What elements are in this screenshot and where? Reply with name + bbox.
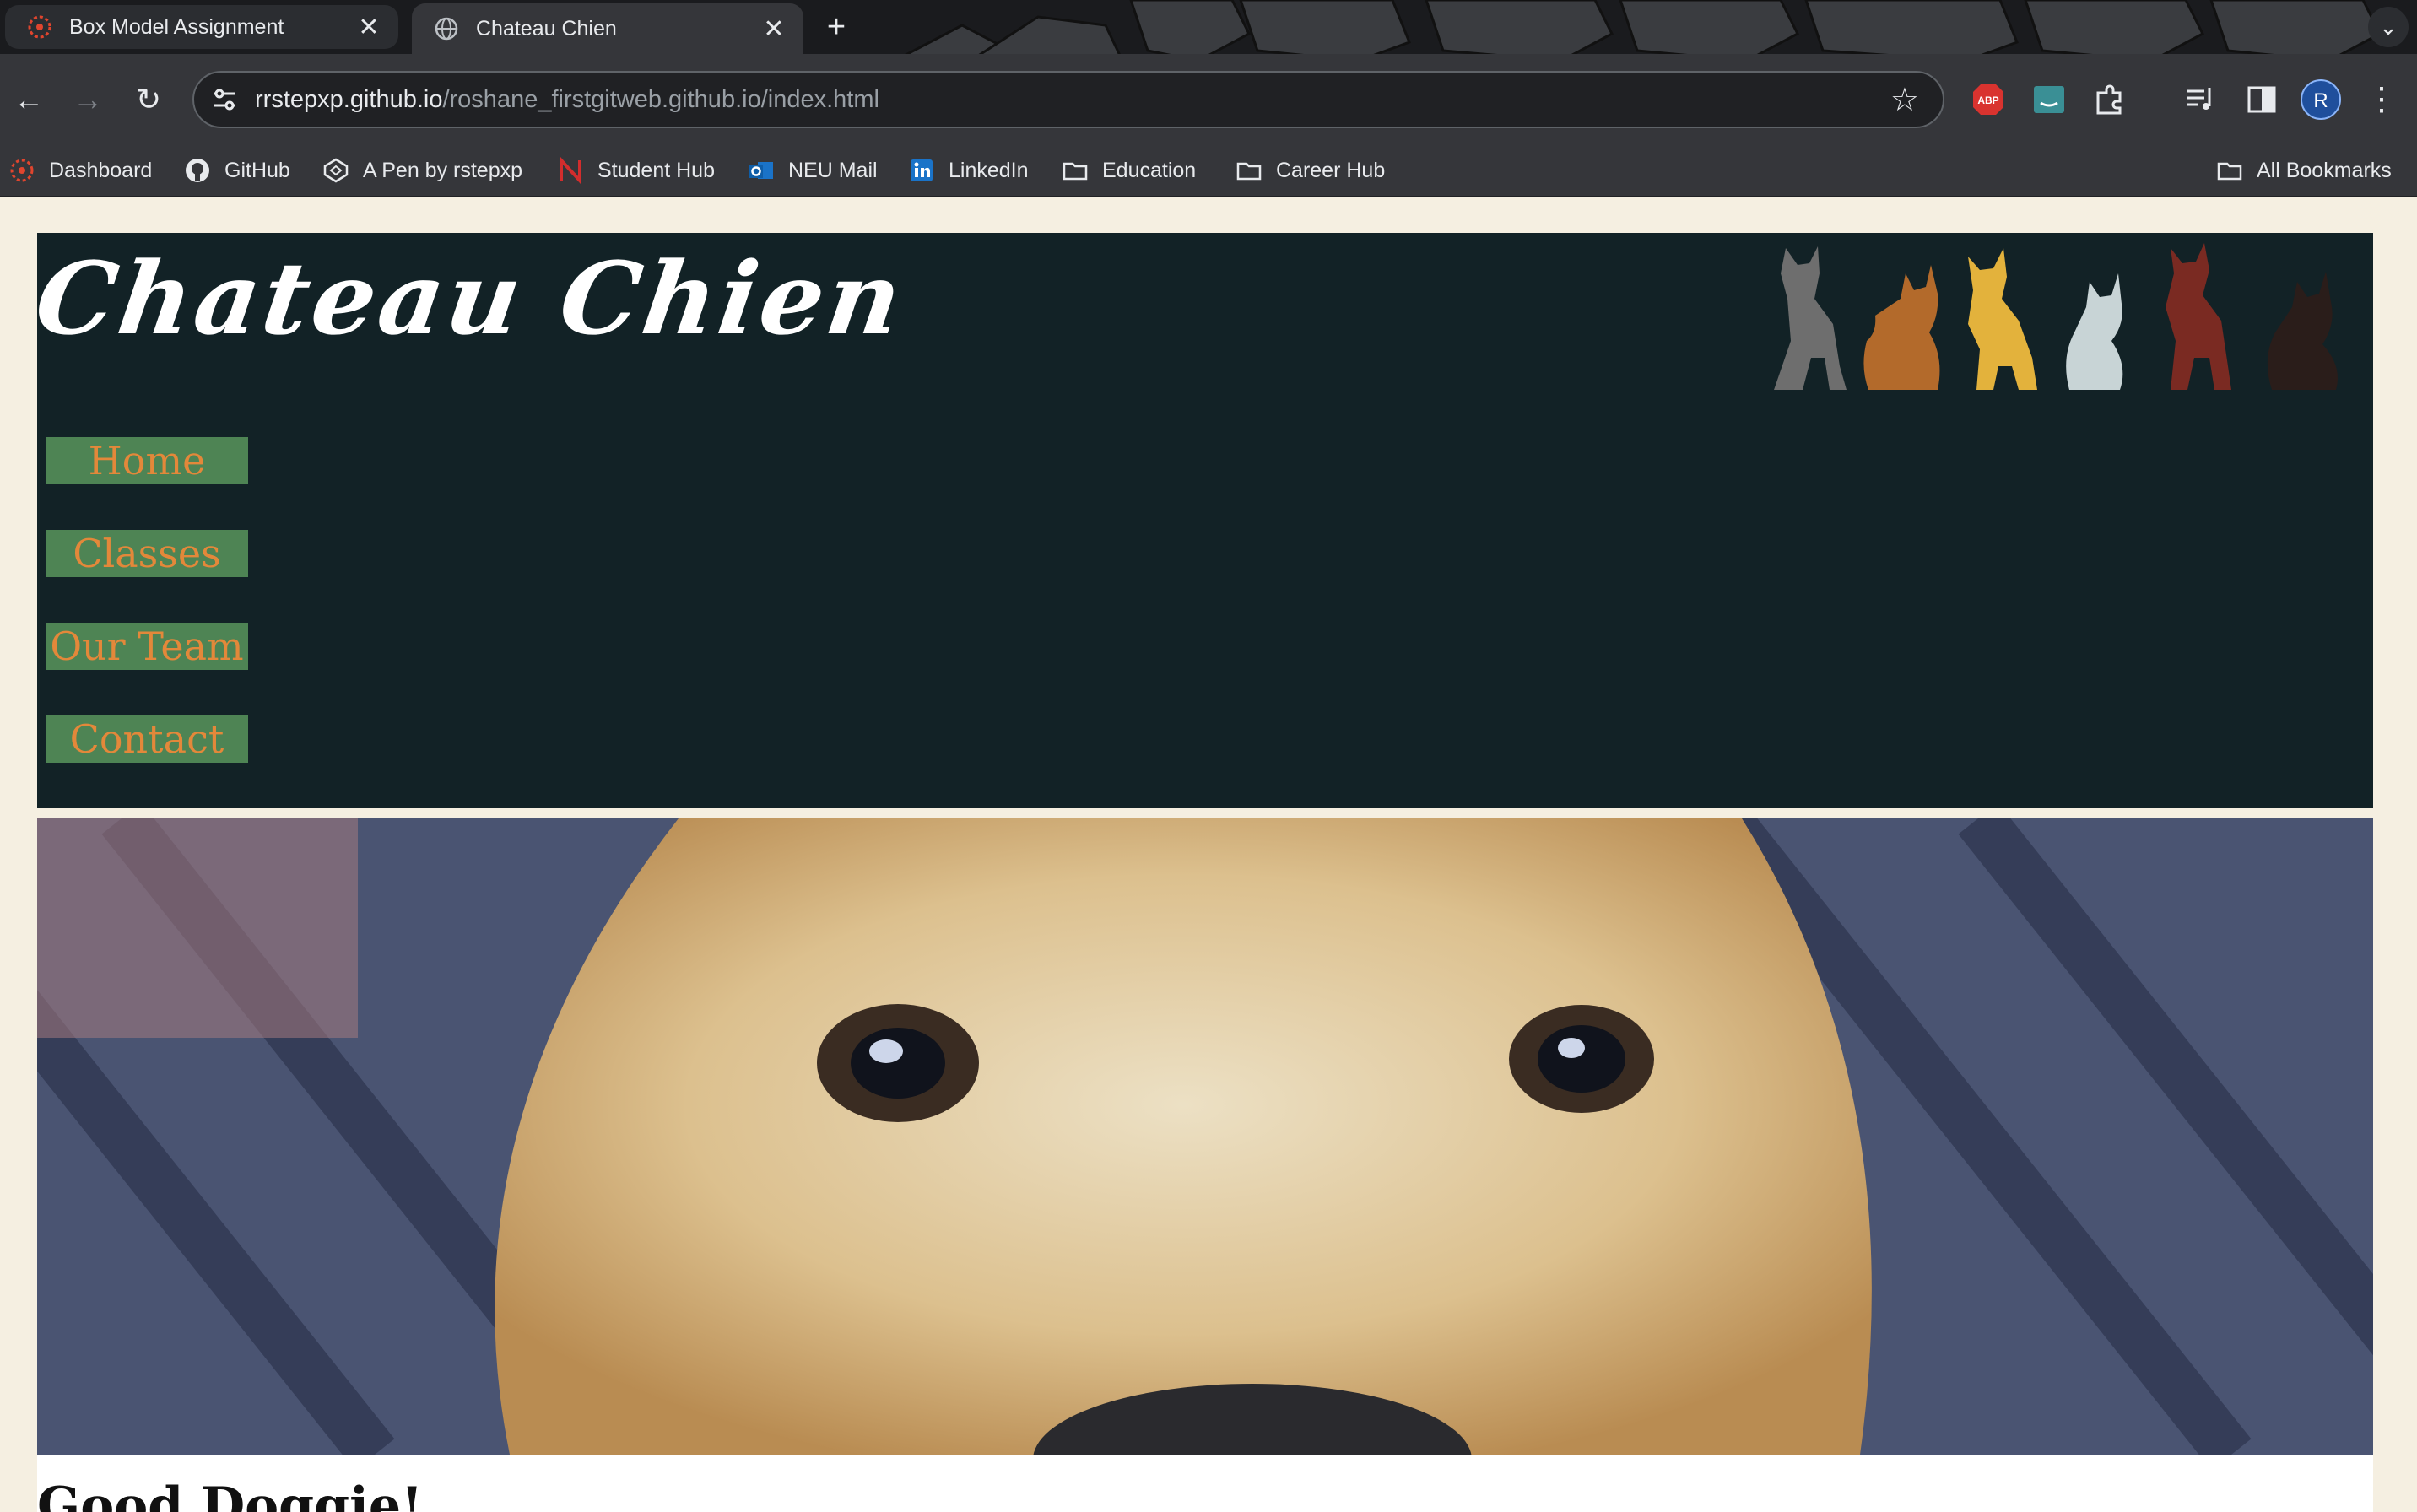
puzzle-extensions-icon[interactable] — [2091, 81, 2128, 118]
linkedin-icon — [911, 159, 933, 181]
bookmark-folder-career-hub[interactable]: Career Hub — [1236, 154, 1385, 187]
canvas-dashboard-icon — [10, 159, 34, 182]
bookmark-dashboard[interactable]: Dashboard — [8, 154, 152, 187]
outlook-icon — [749, 162, 773, 179]
bookmark-student-hub[interactable]: Student Hub — [557, 154, 715, 187]
bookmark-label: Student Hub — [597, 158, 715, 182]
reload-button[interactable]: ↻ — [127, 78, 170, 122]
hero-dog-photo — [37, 818, 2373, 1455]
main-content: Good Doggie! — [37, 1455, 2373, 1512]
bookmark-label: LinkedIn — [949, 158, 1029, 182]
bookmark-linkedin[interactable]: LinkedIn — [908, 154, 1029, 187]
bookmark-star-icon[interactable]: ☆ — [1890, 81, 1919, 119]
new-tab-button[interactable]: + — [817, 8, 856, 47]
bookmark-label: Education — [1102, 158, 1197, 182]
bookmark-folder-education[interactable]: Education — [1062, 154, 1196, 187]
section-heading: Good Doggie! — [37, 1477, 424, 1512]
all-bookmarks-label: All Bookmarks — [2257, 158, 2392, 182]
bookmark-label: Career Hub — [1276, 158, 1386, 182]
all-bookmarks-button[interactable]: All Bookmarks — [2216, 154, 2392, 187]
bookmark-neu-mail[interactable]: NEU Mail — [748, 154, 878, 187]
back-button[interactable]: ← — [7, 78, 51, 122]
site-logo[interactable]: Chateau Chien — [29, 240, 911, 357]
browser-menu-button[interactable]: ⋮ — [2363, 78, 2400, 122]
tab-box-model-assignment[interactable]: Box Model Assignment ✕ — [5, 5, 398, 49]
site-nav: Home Classes Our Team Contact — [46, 437, 248, 808]
svg-text:ABP: ABP — [1977, 94, 1998, 106]
bookmark-codepen[interactable]: A Pen by rstepxp — [322, 154, 522, 187]
nav-home-link[interactable]: Home — [46, 437, 248, 484]
tab-chateau-chien[interactable]: Chateau Chien ✕ — [412, 3, 803, 54]
url-text: rrstepxp.github.io/roshane_firstgitweb.g… — [255, 86, 879, 114]
profile-avatar[interactable]: R — [2301, 79, 2341, 120]
nav-contact-link[interactable]: Contact — [46, 716, 248, 763]
canvas-favicon-icon — [28, 15, 51, 39]
student-hub-icon — [560, 157, 581, 184]
bookmark-label: GitHub — [224, 158, 290, 182]
tab-search-button[interactable]: ⌄ — [2368, 7, 2409, 47]
bookmark-github[interactable]: GitHub — [184, 154, 290, 187]
bookmark-label: Dashboard — [49, 158, 153, 182]
github-icon — [186, 159, 209, 182]
tab-title: Box Model Assignment — [69, 14, 284, 39]
folder-icon — [1236, 162, 1262, 181]
bookmark-label: A Pen by rstepxp — [363, 158, 523, 182]
url-host: rrstepxp.github.io — [255, 86, 443, 113]
bookmark-label: NEU Mail — [788, 158, 878, 182]
nav-our-team-link[interactable]: Our Team — [46, 623, 248, 670]
codepen-icon — [323, 158, 349, 183]
web-page: Chateau Chien Home Classes Our Team Cont… — [0, 197, 2417, 1512]
globe-icon — [435, 17, 458, 40]
close-icon[interactable]: ✕ — [761, 14, 787, 44]
url-path: /roshane_firstgitweb.github.io/index.htm… — [442, 86, 879, 113]
site-header: Chateau Chien Home Classes Our Team Cont… — [29, 233, 2373, 808]
close-icon[interactable]: ✕ — [356, 13, 381, 42]
amazon-assistant-icon[interactable] — [2030, 81, 2068, 118]
tab-strip: Box Model Assignment ✕ Chateau Chien ✕ +… — [0, 0, 2417, 54]
adblock-plus-icon[interactable]: ABP — [1970, 81, 2007, 118]
folder-icon — [2217, 162, 2242, 181]
nav-classes-link[interactable]: Classes — [46, 530, 248, 577]
media-controls-icon[interactable] — [2182, 81, 2220, 118]
side-panel-icon[interactable] — [2243, 81, 2280, 118]
tab-title: Chateau Chien — [476, 16, 617, 40]
address-bar[interactable]: rrstepxp.github.io/roshane_firstgitweb.g… — [192, 71, 1944, 128]
pet-silhouettes-banner — [1774, 243, 2338, 390]
site-settings-icon[interactable] — [209, 84, 240, 115]
folder-icon — [1063, 162, 1088, 181]
forward-button[interactable]: → — [66, 78, 110, 122]
